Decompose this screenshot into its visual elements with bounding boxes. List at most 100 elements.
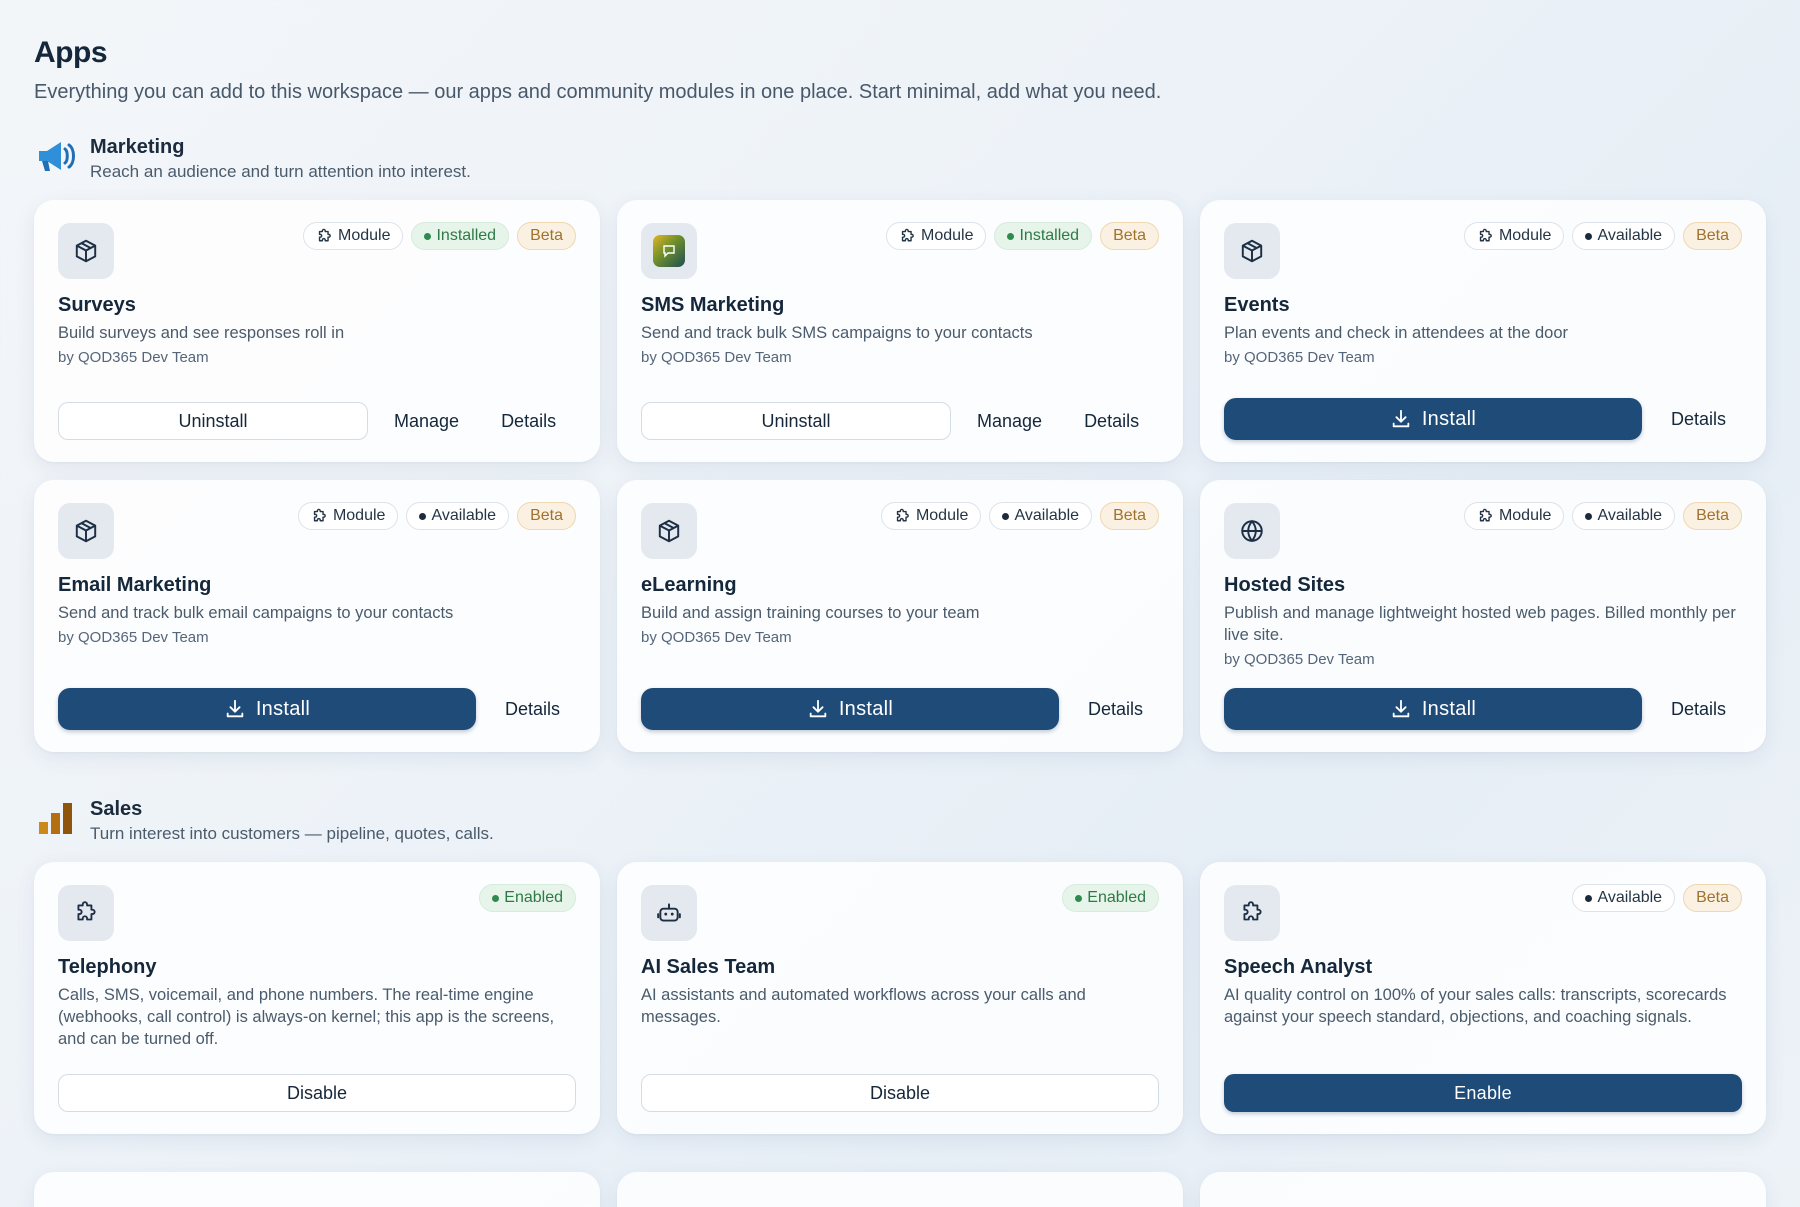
page-title: Apps xyxy=(34,36,108,69)
globe-icon xyxy=(1224,503,1280,559)
install-button[interactable]: Install xyxy=(1224,688,1642,730)
sms-app-icon xyxy=(641,223,697,279)
details-button[interactable]: Details xyxy=(1671,409,1726,430)
next-row-cards xyxy=(34,1172,1766,1207)
app-name: Speech Analyst xyxy=(1224,956,1373,978)
beta-badge: Beta xyxy=(1100,222,1159,250)
details-button[interactable]: Details xyxy=(1084,411,1139,432)
module-badge: Module xyxy=(880,502,982,530)
status-badge: Available xyxy=(1572,222,1676,250)
status-badge: Available xyxy=(1572,502,1676,530)
section-description: Turn interest into customers — pipeline,… xyxy=(90,824,494,843)
app-card-ai-sales-team: Enabled AI Sales Team AI assistants and … xyxy=(617,862,1183,1134)
app-name: Email Marketing xyxy=(58,574,212,596)
app-name: Telephony xyxy=(58,956,157,978)
disable-button[interactable]: Disable xyxy=(58,1074,576,1112)
app-grid: Enabled Telephony Calls, SMS, voicemail,… xyxy=(34,862,1766,1134)
app-card-sms-marketing: Module Installed Beta SMS Marketing Send… xyxy=(617,200,1183,462)
status-badge: Available xyxy=(406,502,510,530)
app-description: Send and track bulk email campaigns to y… xyxy=(58,604,454,622)
app-author: by QOD365 Dev Team xyxy=(58,349,209,366)
download-icon xyxy=(224,698,246,720)
cube-icon xyxy=(1224,223,1280,279)
details-button[interactable]: Details xyxy=(1088,699,1143,720)
section-header: Marketing Reach an audience and turn att… xyxy=(34,134,1766,184)
app-description: Build surveys and see responses roll in xyxy=(58,324,345,342)
status-badge: Available xyxy=(1572,884,1676,912)
beta-badge: Beta xyxy=(517,222,576,250)
cube-icon xyxy=(58,223,114,279)
status-badge: Installed xyxy=(411,222,510,250)
beta-badge: Beta xyxy=(517,502,576,530)
app-name: Surveys xyxy=(58,294,136,316)
app-card-partial xyxy=(617,1172,1183,1207)
status-badge: Enabled xyxy=(1062,884,1159,912)
beta-badge: Beta xyxy=(1683,222,1742,250)
app-card-telephony: Enabled Telephony Calls, SMS, voicemail,… xyxy=(34,862,600,1134)
cube-icon xyxy=(641,503,697,559)
download-icon xyxy=(1390,408,1412,430)
beta-badge: Beta xyxy=(1683,502,1742,530)
puzzle-icon xyxy=(58,885,114,941)
beta-badge: Beta xyxy=(1683,884,1742,912)
app-name: SMS Marketing xyxy=(641,294,785,316)
module-badge: Module xyxy=(886,222,987,250)
install-button[interactable]: Install xyxy=(1224,398,1642,440)
section-title: Marketing xyxy=(90,136,185,158)
app-author: by QOD365 Dev Team xyxy=(1224,349,1375,366)
install-button[interactable]: Install xyxy=(641,688,1059,730)
install-button[interactable]: Install xyxy=(58,688,476,730)
download-icon xyxy=(1390,698,1412,720)
details-button[interactable]: Details xyxy=(501,411,556,432)
details-button[interactable]: Details xyxy=(505,699,560,720)
app-author: by QOD365 Dev Team xyxy=(1224,651,1375,668)
cube-icon xyxy=(58,503,114,559)
section-sales: Sales Turn interest into customers — pip… xyxy=(34,796,1766,1134)
app-author: by QOD365 Dev Team xyxy=(58,629,209,646)
uninstall-button[interactable]: Uninstall xyxy=(58,402,368,440)
app-card-surveys: Module Installed Beta Surveys Build surv… xyxy=(34,200,600,462)
app-author: by QOD365 Dev Team xyxy=(641,629,792,646)
megaphone-icon xyxy=(34,134,78,178)
module-badge: Module xyxy=(303,222,404,250)
app-name: eLearning xyxy=(641,574,737,596)
status-badge: Enabled xyxy=(479,884,576,912)
app-card-elearning: Module Available Beta eLearning Build an… xyxy=(617,480,1183,752)
app-grid: Module Installed Beta Surveys Build surv… xyxy=(34,200,1766,752)
app-card-partial xyxy=(34,1172,600,1207)
beta-badge: Beta xyxy=(1100,502,1159,530)
app-card-speech-analyst: Available Beta Speech Analyst AI quality… xyxy=(1200,862,1766,1134)
app-name: Hosted Sites xyxy=(1224,574,1346,596)
section-marketing: Marketing Reach an audience and turn att… xyxy=(34,134,1766,752)
status-badge: Available xyxy=(989,502,1093,530)
app-description: AI quality control on 100% of your sales… xyxy=(1224,986,1727,1026)
app-description: Publish and manage lightweight hosted we… xyxy=(1224,604,1736,644)
section-title: Sales xyxy=(90,798,143,820)
manage-button[interactable]: Manage xyxy=(394,411,459,432)
app-description: Plan events and check in attendees at th… xyxy=(1224,324,1568,342)
app-description: Build and assign training courses to you… xyxy=(641,604,980,622)
app-description: Calls, SMS, voicemail, and phone numbers… xyxy=(58,986,555,1048)
module-badge: Module xyxy=(1463,502,1565,530)
module-badge: Module xyxy=(1463,222,1565,250)
robot-icon xyxy=(641,885,697,941)
bar-chart-icon xyxy=(34,796,78,840)
module-badge: Module xyxy=(297,502,399,530)
download-icon xyxy=(807,698,829,720)
app-description: AI assistants and automated workflows ac… xyxy=(641,986,1086,1026)
disable-button[interactable]: Disable xyxy=(641,1074,1159,1112)
app-name: AI Sales Team xyxy=(641,956,776,978)
app-card-events: Module Available Beta Events Plan events… xyxy=(1200,200,1766,462)
puzzle-icon xyxy=(1224,885,1280,941)
section-description: Reach an audience and turn attention int… xyxy=(90,162,471,181)
app-card-email-marketing: Module Available Beta Email Marketing Se… xyxy=(34,480,600,752)
app-card-partial xyxy=(1200,1172,1766,1207)
uninstall-button[interactable]: Uninstall xyxy=(641,402,951,440)
app-description: Send and track bulk SMS campaigns to you… xyxy=(641,324,1033,342)
manage-button[interactable]: Manage xyxy=(977,411,1042,432)
app-card-hosted-sites: Module Available Beta Hosted Sites Publi… xyxy=(1200,480,1766,752)
enable-button[interactable]: Enable xyxy=(1224,1074,1742,1112)
app-name: Events xyxy=(1224,294,1290,316)
apps-page: Apps Everything you can add to this work… xyxy=(34,34,1766,1134)
details-button[interactable]: Details xyxy=(1671,699,1726,720)
